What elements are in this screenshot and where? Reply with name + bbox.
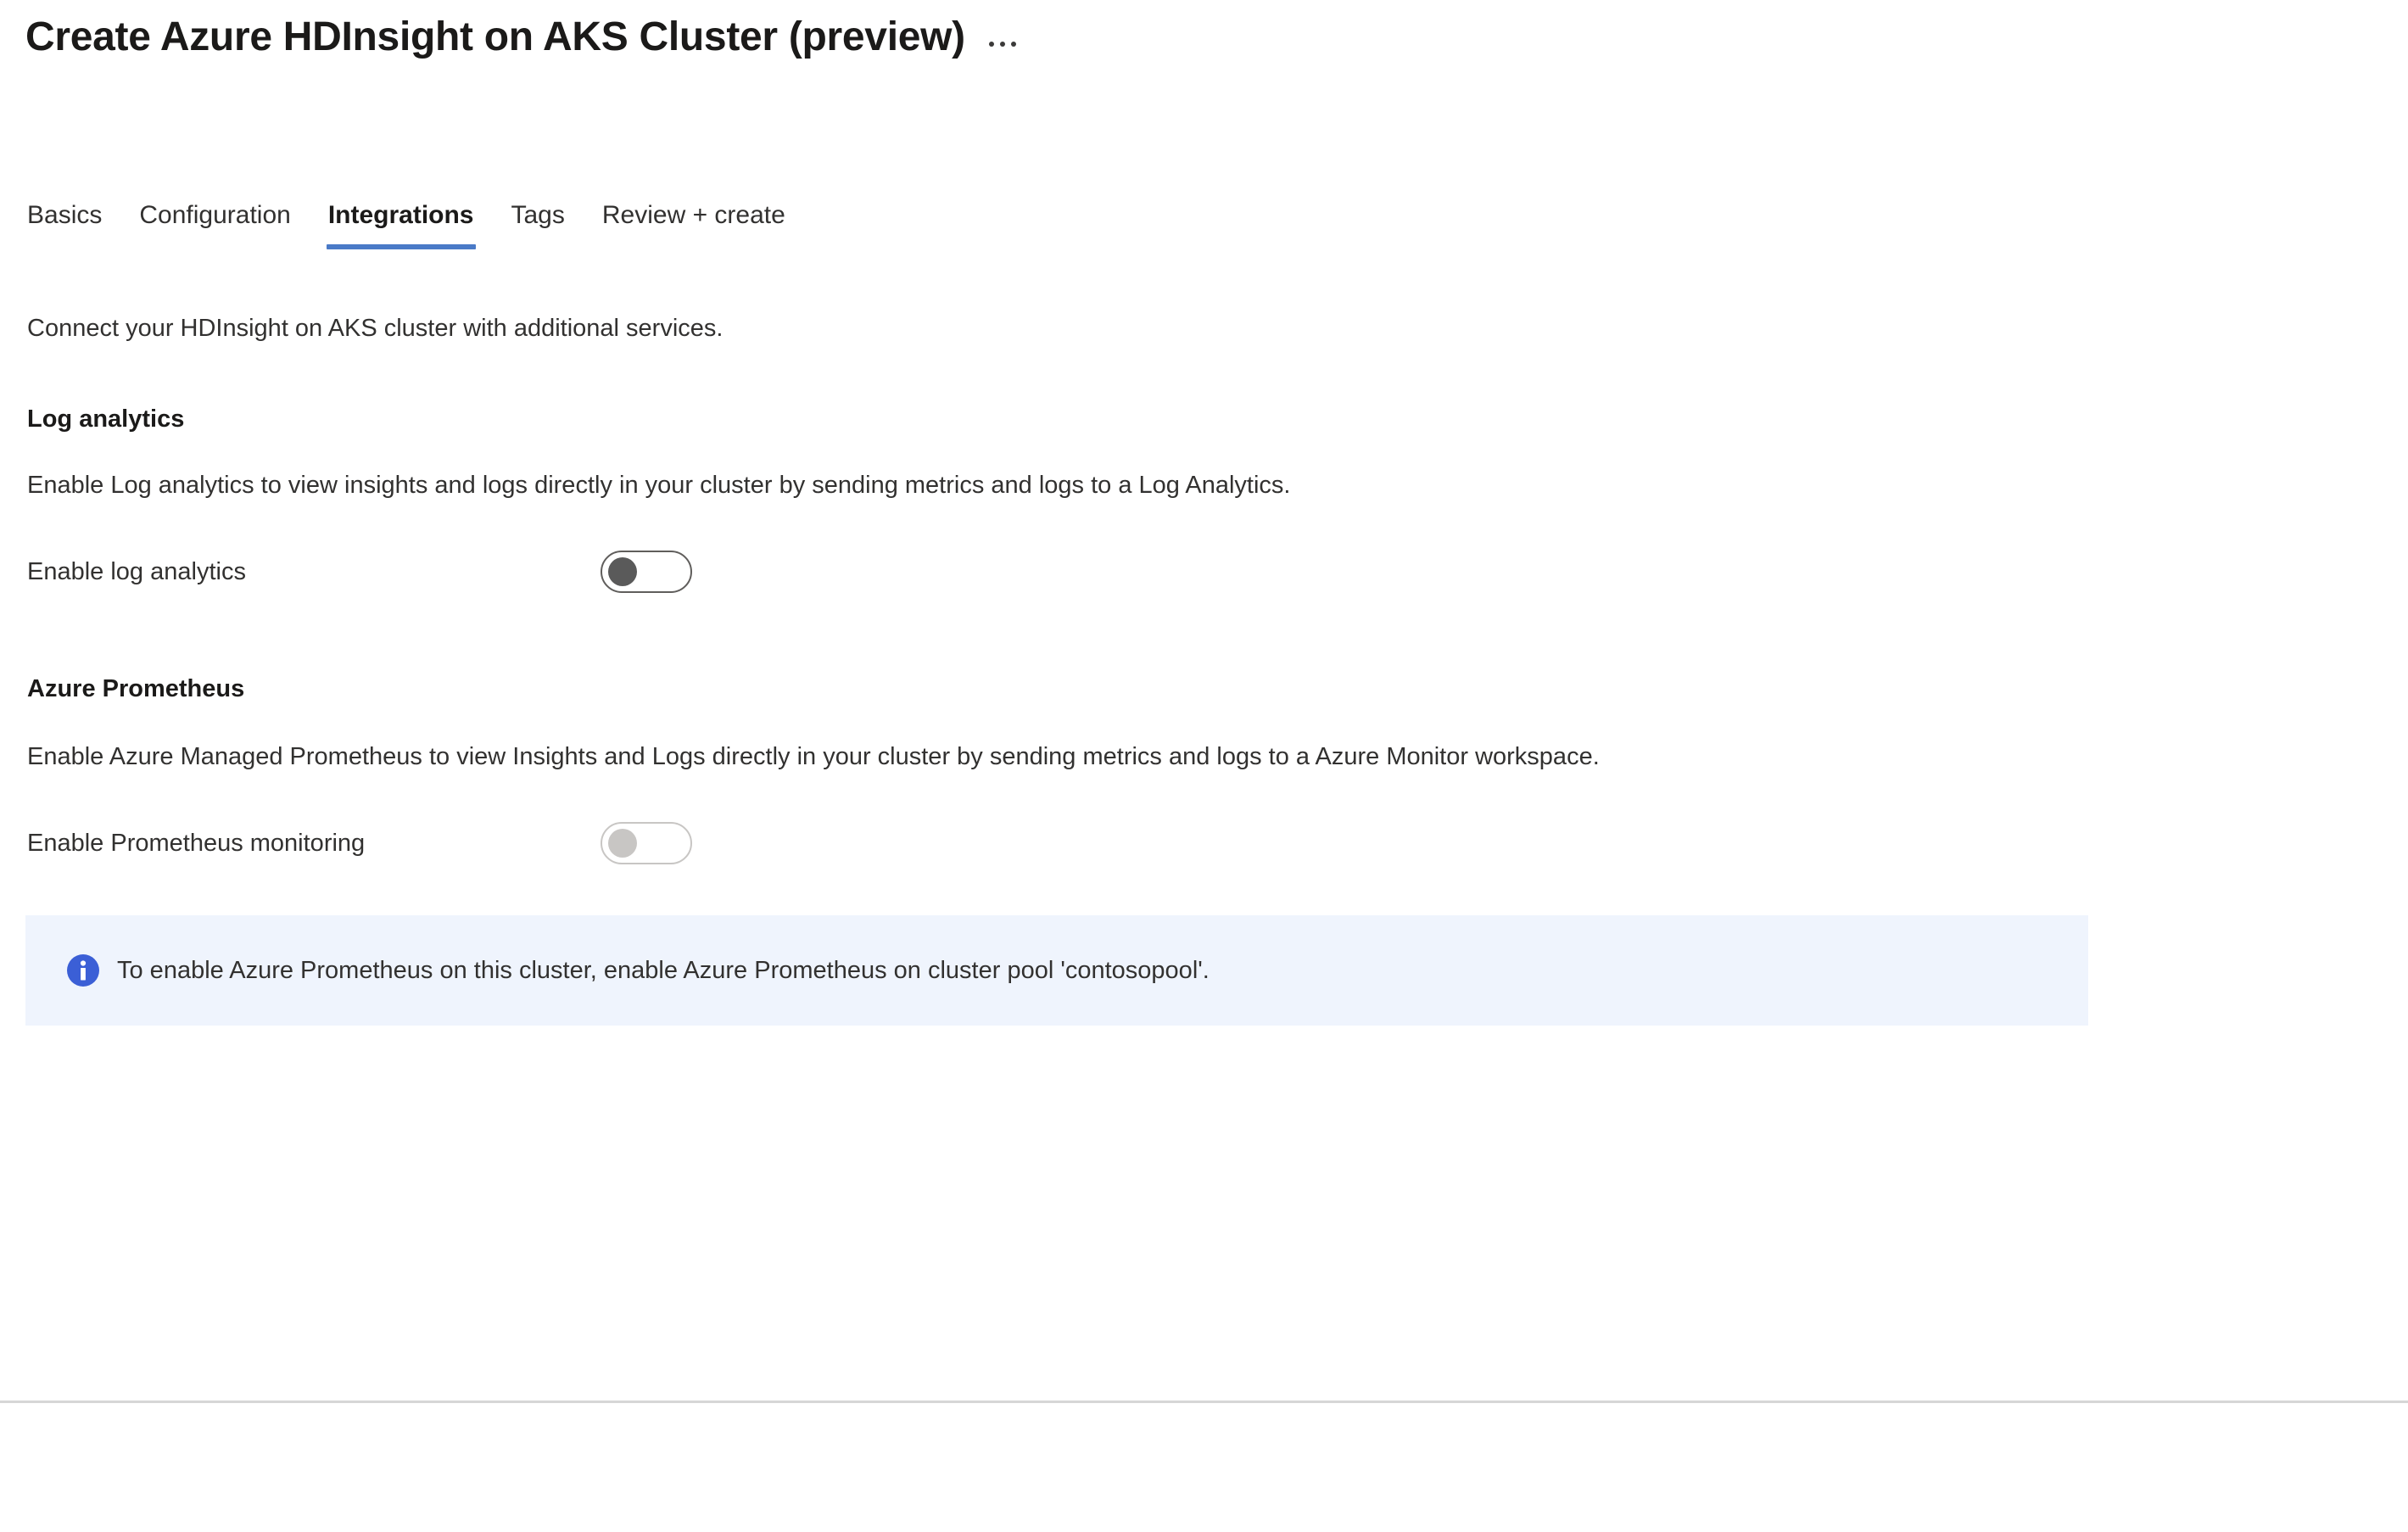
more-options-icon[interactable] (984, 33, 1021, 57)
tab-tags[interactable]: Tags (493, 200, 584, 249)
log-analytics-heading: Log analytics (27, 405, 185, 433)
tab-configuration[interactable]: Configuration (120, 200, 309, 249)
page-title: Create Azure HDInsight on AKS Cluster (p… (25, 14, 965, 59)
ellipsis-dot (1010, 42, 1016, 47)
tab-integrations[interactable]: Integrations (310, 200, 493, 249)
enable-prometheus-monitoring-toggle[interactable] (601, 822, 692, 864)
enable-log-analytics-label: Enable log analytics (27, 558, 246, 585)
log-analytics-description: Enable Log analytics to view insights an… (27, 472, 1291, 499)
enable-prometheus-monitoring-row: Enable Prometheus monitoring (27, 819, 875, 867)
toggle-knob (608, 829, 637, 858)
info-banner: To enable Azure Prometheus on this clust… (25, 915, 2088, 1026)
create-cluster-page: Create Azure HDInsight on AKS Cluster (p… (0, 0, 2408, 1532)
enable-log-analytics-toggle[interactable] (601, 551, 692, 593)
wizard-tabs: Basics Configuration Integrations Tags R… (25, 192, 804, 249)
azure-prometheus-heading: Azure Prometheus (27, 675, 245, 702)
info-icon (67, 954, 99, 987)
toggle-knob (608, 557, 637, 586)
enable-log-analytics-row: Enable log analytics (27, 548, 875, 595)
ellipsis-dot (988, 42, 994, 47)
ellipsis-dot (999, 42, 1005, 47)
footer-bar: Review + create < Previous Next : Tags > (0, 1403, 2408, 1532)
intro-text: Connect your HDInsight on AKS cluster wi… (27, 315, 724, 342)
enable-prometheus-monitoring-label: Enable Prometheus monitoring (27, 830, 366, 857)
page-header: Create Azure HDInsight on AKS Cluster (p… (25, 12, 1021, 63)
tab-review-create[interactable]: Review + create (584, 200, 804, 249)
info-banner-text: To enable Azure Prometheus on this clust… (117, 957, 1210, 984)
tab-basics[interactable]: Basics (25, 200, 120, 249)
azure-prometheus-description: Enable Azure Managed Prometheus to view … (27, 743, 1600, 770)
